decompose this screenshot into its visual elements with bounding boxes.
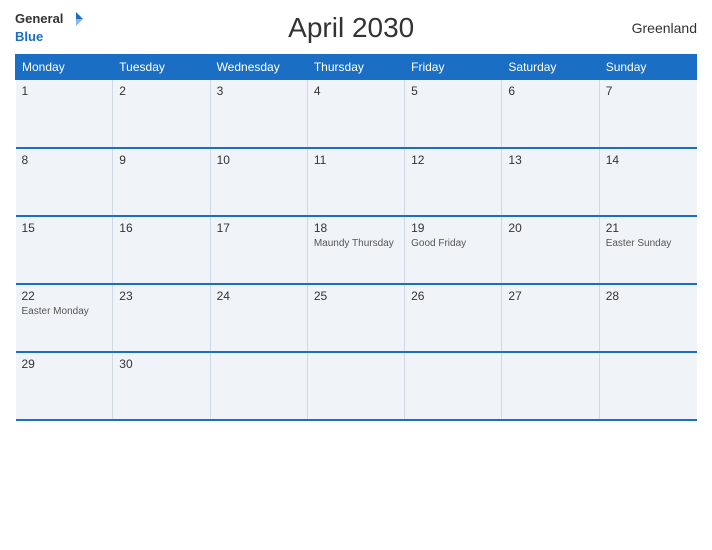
col-wednesday: Wednesday	[210, 55, 307, 80]
day-number: 17	[217, 221, 301, 235]
day-number: 3	[217, 84, 301, 98]
calendar-cell: 8	[16, 148, 113, 216]
day-number: 7	[606, 84, 691, 98]
calendar-cell: 22 Easter Monday	[16, 284, 113, 352]
calendar-cell: 3	[210, 80, 307, 148]
calendar-week-row: 1234567	[16, 80, 697, 148]
day-number: 15	[22, 221, 107, 235]
event-label: Maundy Thursday	[314, 237, 398, 250]
day-number: 6	[508, 84, 592, 98]
calendar-cell: 24	[210, 284, 307, 352]
calendar-cell: 25	[307, 284, 404, 352]
calendar-cell: 12	[405, 148, 502, 216]
calendar-cell: 27	[502, 284, 599, 352]
day-number: 27	[508, 289, 592, 303]
day-number: 1	[22, 84, 107, 98]
calendar-cell: 1	[16, 80, 113, 148]
day-number: 16	[119, 221, 203, 235]
calendar-header-row: Monday Tuesday Wednesday Thursday Friday…	[16, 55, 697, 80]
day-number: 4	[314, 84, 398, 98]
calendar-table: Monday Tuesday Wednesday Thursday Friday…	[15, 54, 697, 421]
day-number: 28	[606, 289, 691, 303]
day-number: 26	[411, 289, 495, 303]
calendar-cell: 20	[502, 216, 599, 284]
day-number: 9	[119, 153, 203, 167]
col-thursday: Thursday	[307, 55, 404, 80]
day-number: 2	[119, 84, 203, 98]
calendar-week-row: 22 Easter Monday 23 24 25 26 27 28	[16, 284, 697, 352]
calendar-cell: 13	[502, 148, 599, 216]
calendar-cell: 2	[113, 80, 210, 148]
calendar-cell: 26	[405, 284, 502, 352]
calendar-cell: 30	[113, 352, 210, 420]
calendar-cell	[599, 352, 696, 420]
calendar-page: General Blue April 2030 Greenland Monday…	[0, 0, 712, 550]
calendar-cell: 14	[599, 148, 696, 216]
day-number: 23	[119, 289, 203, 303]
day-number: 30	[119, 357, 203, 371]
calendar-cell: 23	[113, 284, 210, 352]
calendar-cell: 4	[307, 80, 404, 148]
day-number: 21	[606, 221, 691, 235]
calendar-cell: 19 Good Friday	[405, 216, 502, 284]
event-label: Good Friday	[411, 237, 495, 250]
calendar-week-row: 89 10 11 12 13 14	[16, 148, 697, 216]
day-number: 20	[508, 221, 592, 235]
calendar-cell: 7	[599, 80, 696, 148]
event-label: Easter Monday	[22, 305, 107, 318]
day-number: 5	[411, 84, 495, 98]
calendar-cell	[502, 352, 599, 420]
calendar-cell: 11	[307, 148, 404, 216]
calendar-cell: 10	[210, 148, 307, 216]
calendar-cell: 15	[16, 216, 113, 284]
logo: General Blue	[15, 10, 85, 46]
logo-text-general: General	[15, 12, 63, 26]
calendar-cell: 21 Easter Sunday	[599, 216, 696, 284]
day-number: 8	[22, 153, 107, 167]
day-number: 24	[217, 289, 301, 303]
page-title: April 2030	[85, 12, 617, 44]
calendar-cell: 28	[599, 284, 696, 352]
calendar-cell: 9	[113, 148, 210, 216]
calendar-cell	[210, 352, 307, 420]
calendar-cell: 5	[405, 80, 502, 148]
calendar-cell: 18 Maundy Thursday	[307, 216, 404, 284]
day-number: 12	[411, 153, 495, 167]
region-label: Greenland	[617, 20, 697, 36]
col-sunday: Sunday	[599, 55, 696, 80]
day-number: 13	[508, 153, 592, 167]
calendar-cell: 16	[113, 216, 210, 284]
day-number: 14	[606, 153, 691, 167]
day-number: 11	[314, 153, 398, 167]
calendar-week-row: 15 16 17 18 Maundy Thursday 19 Good Friday 20 21…	[16, 216, 697, 284]
day-number: 25	[314, 289, 398, 303]
day-number: 10	[217, 153, 301, 167]
calendar-cell: 17	[210, 216, 307, 284]
day-number: 18	[314, 221, 398, 235]
calendar-week-row: 29 30	[16, 352, 697, 420]
day-number: 22	[22, 289, 107, 303]
event-label: Easter Sunday	[606, 237, 691, 250]
day-number: 19	[411, 221, 495, 235]
col-saturday: Saturday	[502, 55, 599, 80]
day-number: 29	[22, 357, 107, 371]
page-header: General Blue April 2030 Greenland	[15, 10, 697, 46]
calendar-cell: 6	[502, 80, 599, 148]
logo-flag-icon	[67, 10, 85, 28]
calendar-cell	[405, 352, 502, 420]
col-tuesday: Tuesday	[113, 55, 210, 80]
col-monday: Monday	[16, 55, 113, 80]
calendar-cell	[307, 352, 404, 420]
calendar-cell: 29	[16, 352, 113, 420]
col-friday: Friday	[405, 55, 502, 80]
logo-text-blue: Blue	[15, 29, 43, 44]
